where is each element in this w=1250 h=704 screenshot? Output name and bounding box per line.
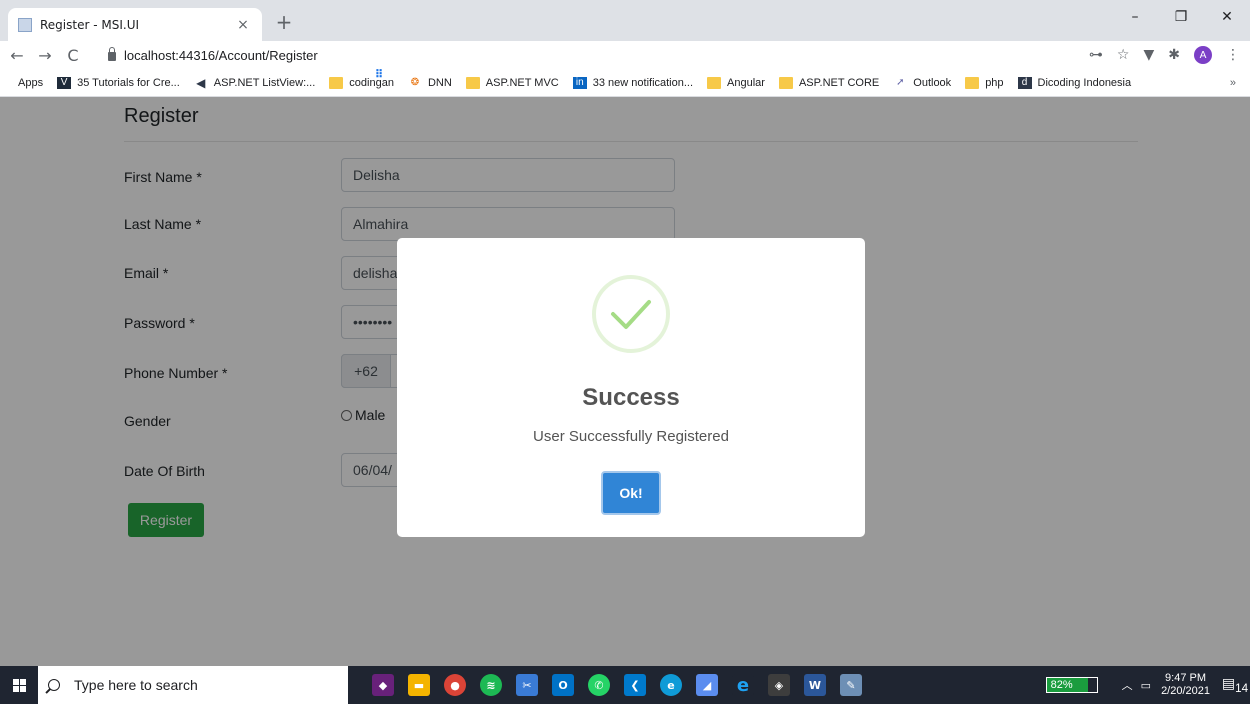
whatsapp-icon[interactable]: ✆ bbox=[588, 674, 610, 696]
outlook-icon[interactable]: O bbox=[552, 674, 574, 696]
success-check-icon bbox=[592, 275, 670, 353]
dialog-message: User Successfully Registered bbox=[533, 428, 729, 445]
taskbar-apps: ◆ ▬ ● ≋ ✂ O ✆ ❮ e ◢ e ◈ W ✎ bbox=[372, 666, 862, 704]
bookmarks-bar: ⠿ Apps V 35 Tutorials for Cre... ◀ ASP.NET … bbox=[0, 69, 1250, 97]
chrome-icon[interactable]: ● bbox=[444, 674, 466, 696]
network-icon[interactable]: ▭ bbox=[1141, 679, 1151, 692]
bookmarks-more-icon[interactable]: » bbox=[1230, 77, 1236, 89]
search-icon bbox=[48, 679, 60, 691]
minimize-button[interactable]: – bbox=[1112, 0, 1158, 34]
dialog-title: Success bbox=[582, 384, 680, 411]
bookmark-linkedin[interactable]: in 33 new notification... bbox=[572, 76, 693, 89]
success-dialog: Success User Successfully Registered Ok! bbox=[397, 238, 865, 537]
folder-icon bbox=[465, 76, 480, 89]
bookmark-apps[interactable]: ⠿ Apps bbox=[18, 69, 383, 89]
system-tray: 82% ︿ ▭ 9:47 PM 2/20/2021 ▤14 bbox=[1045, 666, 1250, 704]
battery-level: 82% bbox=[1046, 678, 1088, 692]
tab-title: Register - MSI.UI bbox=[40, 17, 140, 32]
visual-studio-icon[interactable]: ◆ bbox=[372, 674, 394, 696]
bookmark-angular[interactable]: Angular bbox=[707, 76, 765, 89]
battery-indicator[interactable]: 82% bbox=[1045, 677, 1098, 693]
clock-time: 9:47 PM bbox=[1165, 672, 1207, 684]
linkedin-icon: in bbox=[572, 76, 587, 89]
start-button[interactable] bbox=[0, 666, 38, 704]
windows-logo-icon bbox=[12, 678, 26, 692]
dnn-icon: ❂ bbox=[410, 76, 420, 88]
vscode-icon[interactable]: ❮ bbox=[624, 674, 646, 696]
edge-icon[interactable]: e bbox=[660, 674, 682, 696]
folder-icon bbox=[329, 76, 344, 89]
file-explorer-icon[interactable]: ▬ bbox=[408, 674, 430, 696]
ok-button[interactable]: Ok! bbox=[601, 471, 661, 515]
tab-close-icon[interactable]: × bbox=[234, 17, 252, 33]
browser-menu-icon[interactable]: ⋮ bbox=[1226, 47, 1240, 63]
apps-icon: ⠿ bbox=[374, 69, 384, 81]
tray-chevron-icon[interactable]: ︿ bbox=[1122, 677, 1133, 693]
extension-filter-icon[interactable]: ▼ bbox=[1143, 47, 1154, 63]
ie-icon[interactable]: e bbox=[732, 674, 754, 696]
bookmark-aspnet-mvc[interactable]: ASP.NET MVC bbox=[465, 76, 559, 89]
bookmark-dnn[interactable]: ❂ DNN bbox=[408, 77, 452, 89]
close-window-button[interactable]: ✕ bbox=[1204, 0, 1250, 34]
new-tab-button[interactable]: + bbox=[272, 10, 296, 34]
bookmark-dicoding[interactable]: d Dicoding Indonesia bbox=[1017, 76, 1131, 89]
teams-icon: ➚ bbox=[896, 76, 905, 88]
page-favicon-icon bbox=[18, 17, 32, 32]
folder-icon bbox=[707, 76, 722, 89]
address-bar[interactable]: localhost:44316/Account/Register bbox=[108, 41, 318, 69]
spotify-icon[interactable]: ≋ bbox=[480, 674, 502, 696]
dicoding-icon: d bbox=[1017, 76, 1032, 89]
notification-center-icon[interactable]: ▤14 bbox=[1220, 675, 1250, 695]
git-icon[interactable]: ◈ bbox=[768, 674, 790, 696]
bookmark-php[interactable]: php bbox=[965, 76, 1004, 89]
restore-button[interactable]: ❐ bbox=[1158, 0, 1204, 34]
bookmark-outlook[interactable]: ➚ Outlook bbox=[893, 77, 951, 89]
pen-icon: ◀ bbox=[196, 75, 206, 90]
snip-icon[interactable]: ✂ bbox=[516, 674, 538, 696]
key-icon[interactable]: ⊶ bbox=[1089, 47, 1103, 63]
toolbar-actions: ⊶ ☆ ▼ ✱ A ⋮ bbox=[1089, 41, 1240, 69]
browser-toolbar: ← → C localhost:44316/Account/Register ⊶… bbox=[0, 41, 1250, 69]
reload-button[interactable]: C bbox=[62, 46, 84, 65]
clock[interactable]: 9:47 PM 2/20/2021 bbox=[1161, 672, 1210, 698]
bookmark-star-icon[interactable]: ☆ bbox=[1117, 47, 1130, 63]
word-icon[interactable]: W bbox=[804, 674, 826, 696]
app-icon[interactable]: ◢ bbox=[696, 674, 718, 696]
bookmark-aspnet-core[interactable]: ASP.NET CORE bbox=[778, 76, 879, 89]
window-controls: – ❐ ✕ bbox=[1112, 0, 1250, 34]
v-icon: V bbox=[57, 76, 72, 89]
back-button[interactable]: ← bbox=[6, 46, 28, 65]
taskbar-search-placeholder: Type here to search bbox=[74, 677, 198, 693]
paint-icon[interactable]: ✎ bbox=[840, 674, 862, 696]
forward-button[interactable]: → bbox=[34, 46, 56, 65]
bookmark-listview[interactable]: ◀ ASP.NET ListView:... bbox=[194, 75, 315, 90]
bookmark-tutorials[interactable]: V 35 Tutorials for Cre... bbox=[57, 76, 180, 89]
folder-icon bbox=[778, 76, 793, 89]
browser-tab-strip: Register - MSI.UI × + – ❐ ✕ bbox=[0, 0, 1250, 41]
taskbar-search[interactable]: Type here to search bbox=[38, 666, 348, 704]
profile-avatar[interactable]: A bbox=[1194, 46, 1212, 64]
extensions-puzzle-icon[interactable]: ✱ bbox=[1168, 47, 1180, 63]
folder-icon bbox=[965, 76, 980, 89]
clock-date: 2/20/2021 bbox=[1161, 685, 1210, 697]
windows-taskbar: Type here to search ◆ ▬ ● ≋ ✂ O ✆ ❮ e ◢ … bbox=[0, 666, 1250, 704]
lock-icon bbox=[108, 46, 116, 61]
browser-tab[interactable]: Register - MSI.UI × bbox=[8, 8, 262, 41]
url-text: localhost:44316/Account/Register bbox=[124, 47, 318, 63]
